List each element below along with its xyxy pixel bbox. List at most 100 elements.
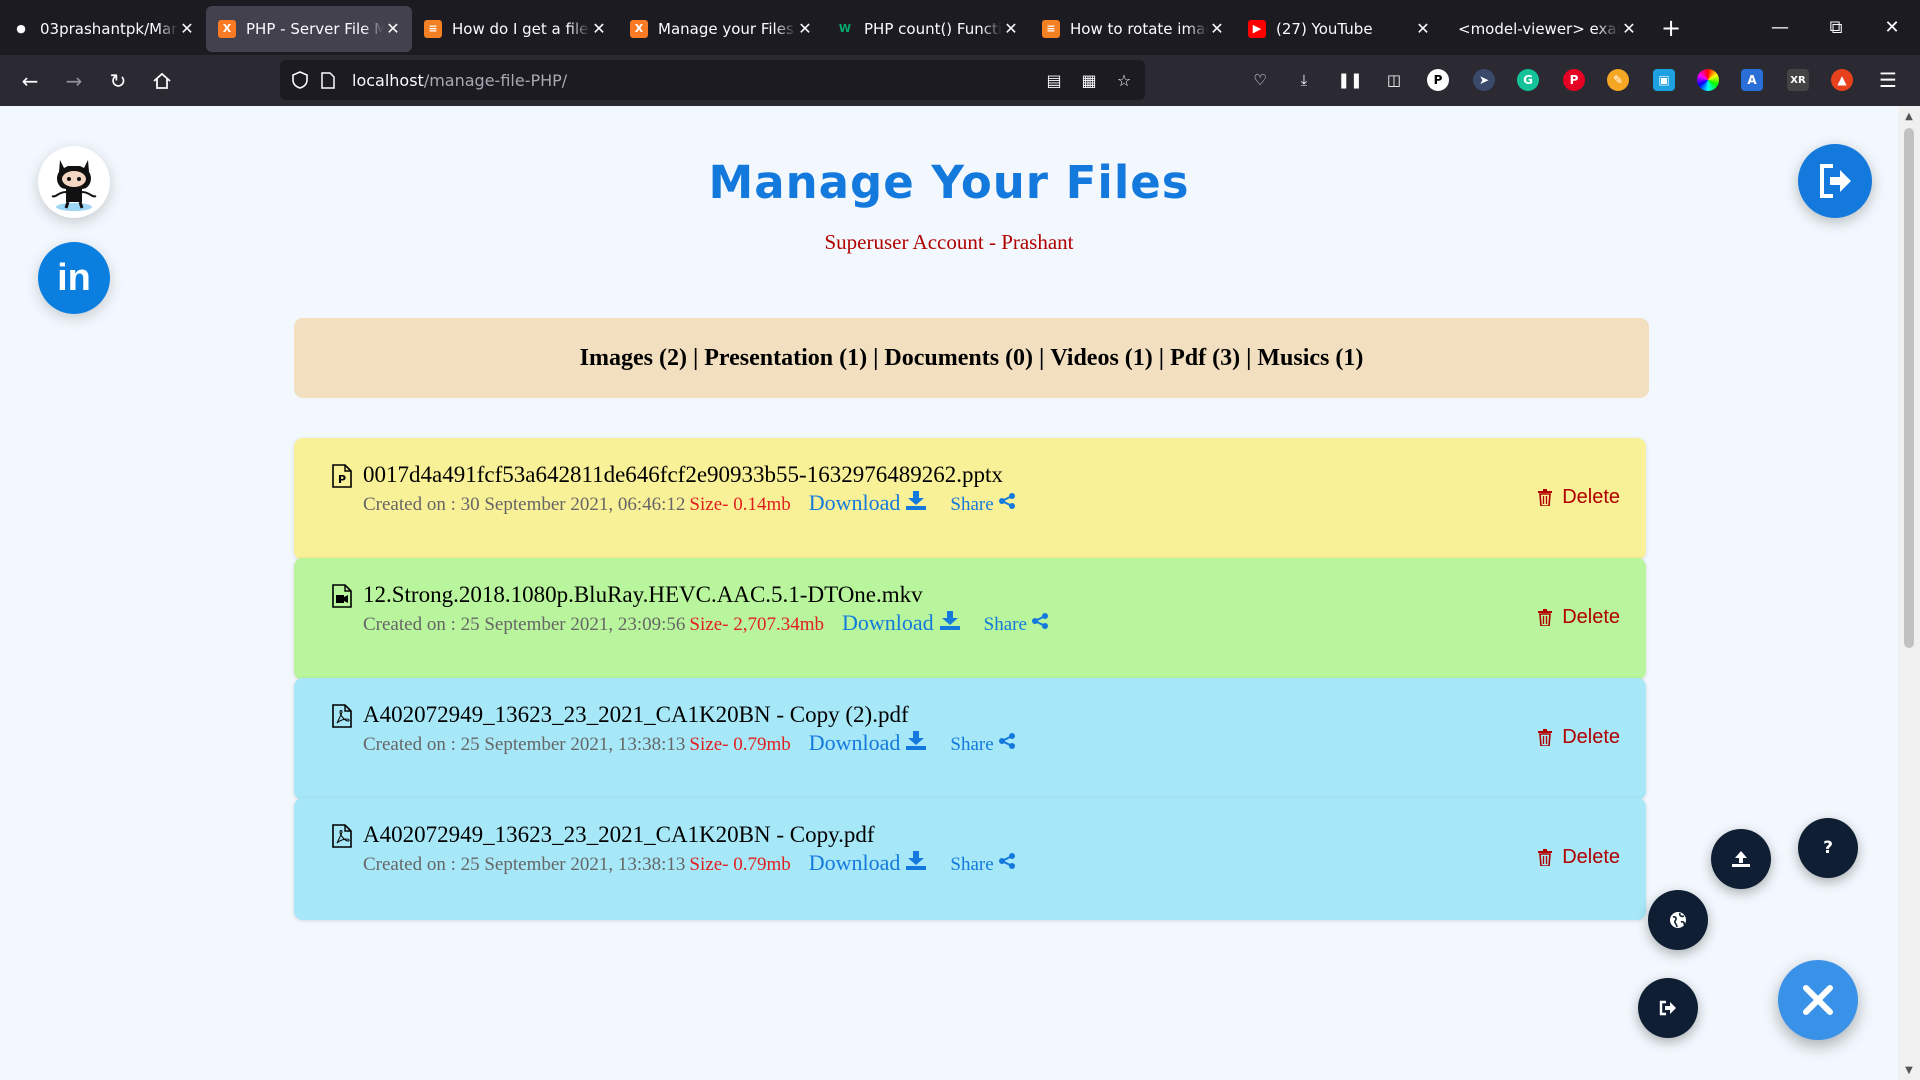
home-icon[interactable]	[140, 61, 184, 101]
close-icon	[1803, 985, 1833, 1015]
share-link[interactable]: Share	[950, 732, 1015, 756]
reader-view-icon[interactable]: ▤	[1040, 66, 1068, 94]
share-link[interactable]: Share	[984, 612, 1049, 636]
category-link[interactable]: Videos (1)	[1050, 345, 1152, 372]
browser-tab[interactable]: X Manage your Files ✕	[618, 6, 824, 52]
trash-icon	[1538, 729, 1553, 746]
back-icon[interactable]: ←	[8, 61, 52, 101]
close-tab-icon[interactable]: ✕	[796, 19, 814, 38]
stackoverflow-icon: ≡	[1042, 19, 1060, 38]
language-button[interactable]	[1648, 890, 1708, 950]
grammarly-icon[interactable]: G	[1512, 64, 1544, 96]
webxr-icon[interactable]: XR	[1782, 64, 1814, 96]
download-icon	[906, 731, 927, 750]
trash-icon	[1538, 609, 1553, 626]
extension-p-icon[interactable]: P	[1422, 64, 1454, 96]
delete-button[interactable]: Delete	[1538, 486, 1620, 509]
extension-rocket-icon[interactable]: ▲	[1826, 64, 1858, 96]
scroll-down-icon[interactable]: ▼	[1898, 1060, 1920, 1080]
github-icon: ●	[16, 22, 26, 35]
exit-button[interactable]	[1638, 978, 1698, 1038]
share-icon	[998, 733, 1015, 749]
sidebar-icon[interactable]: ◫	[1378, 64, 1410, 96]
browser-tab[interactable]: ≡ How do I get a file extension✕	[412, 6, 618, 52]
file-meta: Created on : 25 September 2021, 13:38:13…	[363, 850, 1016, 876]
file-name[interactable]: A402072949_13623_23_2021_CA1K20BN - Copy…	[363, 702, 909, 728]
download-link[interactable]: Download	[809, 490, 927, 516]
share-link[interactable]: Share	[950, 492, 1015, 516]
library-icon[interactable]: ❚❚	[1334, 64, 1366, 96]
delete-button[interactable]: Delete	[1538, 606, 1620, 629]
translate-icon[interactable]: ▦	[1075, 66, 1103, 94]
close-tab-icon[interactable]: ✕	[1414, 19, 1432, 38]
close-tab-icon[interactable]: ✕	[178, 19, 196, 38]
menu-icon[interactable]: ☰	[1872, 64, 1904, 96]
download-icon	[906, 491, 927, 510]
new-tab-button[interactable]: +	[1648, 5, 1694, 51]
help-button[interactable]: ?	[1798, 818, 1858, 878]
bookmark-star-icon[interactable]: ☆	[1110, 66, 1138, 94]
minimize-icon[interactable]: —	[1752, 0, 1808, 55]
file-created-date: Created on : 25 September 2021, 23:09:56	[363, 614, 686, 635]
pinterest-icon[interactable]: P	[1558, 64, 1590, 96]
share-label: Share	[950, 494, 994, 515]
page-icon[interactable]	[314, 66, 342, 94]
upload-button[interactable]	[1711, 829, 1771, 889]
file-name[interactable]: 0017d4a491fcf53a642811de646fcf2e90933b55…	[363, 462, 1003, 488]
browser-tab[interactable]: ▶ (27) YouTube ✕	[1236, 6, 1442, 52]
file-size: Size- 0.79mb	[689, 854, 791, 875]
close-window-icon[interactable]: ✕	[1864, 0, 1920, 55]
download-link[interactable]: Download	[842, 610, 960, 636]
url-text[interactable]: localhost/manage-file-PHP/	[352, 71, 567, 90]
delete-label: Delete	[1562, 726, 1620, 748]
reload-icon[interactable]: ↻	[96, 61, 140, 101]
extension-cursor-icon[interactable]: ➤	[1468, 64, 1500, 96]
category-link[interactable]: Images (2)	[580, 345, 687, 372]
restore-icon[interactable]: ⧉	[1808, 0, 1864, 55]
close-tab-icon[interactable]: ✕	[1620, 19, 1638, 38]
file-name[interactable]: 12.Strong.2018.1080p.BluRay.HEVC.AAC.5.1…	[363, 582, 923, 608]
downloads-icon[interactable]: ⤓	[1288, 64, 1320, 96]
page-viewport: in Manage Your Files Superuser Account -…	[0, 106, 1898, 1080]
file-created-date: Created on : 25 September 2021, 13:38:13	[363, 854, 686, 875]
pdf-file-icon	[332, 824, 352, 848]
delete-button[interactable]: Delete	[1538, 846, 1620, 869]
color-picker-icon[interactable]	[1692, 64, 1724, 96]
category-filter-bar: Images (2) | Presentation (1) | Documents (0…	[294, 318, 1649, 398]
category-separator: |	[1246, 344, 1252, 371]
browser-tab[interactable]: W PHP count() Function✕	[824, 6, 1030, 52]
category-separator: |	[873, 344, 879, 371]
delete-label: Delete	[1562, 606, 1620, 628]
close-tab-icon[interactable]: ✕	[1208, 19, 1226, 38]
close-tab-icon[interactable]: ✕	[1002, 19, 1020, 38]
close-tab-icon[interactable]: ✕	[384, 19, 402, 38]
category-link[interactable]: Presentation (1)	[704, 345, 867, 372]
forward-icon[interactable]: →	[52, 61, 96, 101]
extension-screen-icon[interactable]: ▣	[1648, 64, 1680, 96]
pocket-icon[interactable]: ♡	[1244, 64, 1276, 96]
browser-tab[interactable]: X PHP - Server File Manager✕	[206, 5, 412, 52]
scroll-up-icon[interactable]: ▲	[1898, 106, 1920, 126]
browser-tab[interactable]: <model-viewer> example✕	[1442, 6, 1648, 52]
share-icon	[998, 493, 1015, 509]
translator-icon[interactable]: A	[1736, 64, 1768, 96]
file-name[interactable]: A402072949_13623_23_2021_CA1K20BN - Copy…	[363, 822, 875, 848]
browser-tab-strip: ●03prashantpk/Manage✕XPHP - Server File …	[0, 0, 1920, 55]
close-menu-button[interactable]	[1778, 960, 1858, 1040]
close-tab-icon[interactable]: ✕	[590, 19, 608, 38]
download-link[interactable]: Download	[809, 730, 927, 756]
download-link[interactable]: Download	[809, 850, 927, 876]
browser-tab[interactable]: ● 03prashantpk/Manage✕	[0, 6, 206, 52]
scrollbar-thumb[interactable]	[1904, 128, 1914, 648]
page-scrollbar[interactable]: ▲ ▼	[1898, 106, 1920, 1080]
browser-tab[interactable]: ≡ How to rotate image✕	[1030, 6, 1236, 52]
category-link[interactable]: Musics (1)	[1257, 345, 1363, 372]
category-link[interactable]: Pdf (3)	[1170, 345, 1240, 372]
file-card: A402072949_13623_23_2021_CA1K20BN - Copy…	[294, 798, 1646, 920]
share-link[interactable]: Share	[950, 852, 1015, 876]
shield-icon[interactable]	[286, 66, 314, 94]
delete-button[interactable]: Delete	[1538, 726, 1620, 749]
category-link[interactable]: Documents (0)	[884, 345, 1033, 372]
address-bar[interactable]: localhost/manage-file-PHP/ ▤ ▦ ☆	[280, 60, 1145, 100]
extension-paint-icon[interactable]: ✎	[1602, 64, 1634, 96]
